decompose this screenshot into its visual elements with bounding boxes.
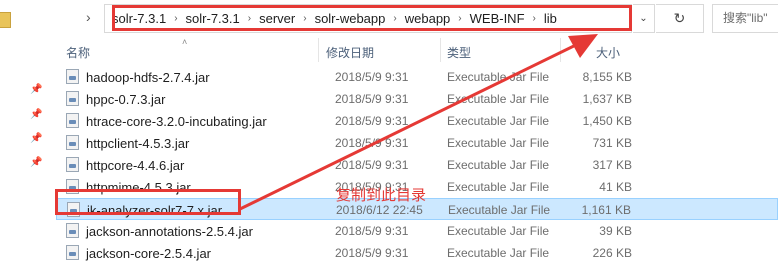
file-name: jackson-annotations-2.5.4.jar xyxy=(86,224,253,239)
file-type: Executable Jar File xyxy=(447,224,550,238)
file-modified: 2018/5/9 9:31 xyxy=(335,136,409,150)
file-row[interactable]: hppc-0.7.3.jar 2018/5/9 9:31 Executable Ja… xyxy=(56,88,778,110)
file-modified: 2018/5/9 9:31 xyxy=(335,246,409,260)
column-header-name[interactable]: 名称 xyxy=(66,44,90,61)
jar-file-icon xyxy=(66,135,79,150)
file-modified: 2018/5/9 9:31 xyxy=(335,92,409,106)
file-size: 1,161 KB xyxy=(581,203,631,217)
file-modified: 2018/5/9 9:31 xyxy=(335,158,409,172)
file-row[interactable]: hadoop-hdfs-2.7.4.jar 2018/5/9 9:31 Execut… xyxy=(56,66,778,88)
file-size: 41 KB xyxy=(599,180,632,194)
file-type: Executable Jar File xyxy=(447,180,550,194)
column-header-size[interactable]: 大小 xyxy=(596,44,620,61)
file-modified: 2018/5/9 9:31 xyxy=(335,114,409,128)
file-type: Executable Jar File xyxy=(447,158,550,172)
file-size: 317 KB xyxy=(592,158,632,172)
address-highlight-box xyxy=(112,5,632,31)
file-size: 1,637 KB xyxy=(582,92,632,106)
column-divider[interactable] xyxy=(560,38,561,62)
nav-chevron-icon[interactable]: › xyxy=(86,9,91,25)
search-input[interactable]: 搜索"lib" xyxy=(712,4,778,33)
file-size: 8,155 KB xyxy=(582,70,632,84)
file-row[interactable]: jackson-core-2.5.4.jar 2018/5/9 9:31 Execu… xyxy=(56,242,778,264)
column-headers: ˄ 名称 修改日期 类型 大小 xyxy=(48,37,778,62)
column-divider[interactable] xyxy=(440,38,441,62)
file-name: hppc-0.7.3.jar xyxy=(86,92,166,107)
jar-file-icon xyxy=(66,91,79,106)
file-modified: 2018/5/9 9:31 xyxy=(335,224,409,238)
file-size: 731 KB xyxy=(592,136,632,150)
column-divider[interactable] xyxy=(318,38,319,62)
file-list: hadoop-hdfs-2.7.4.jar 2018/5/9 9:31 Execut… xyxy=(48,62,778,261)
jar-file-icon xyxy=(66,245,79,260)
jar-file-icon xyxy=(66,113,79,128)
folder-icon xyxy=(0,12,11,28)
pin-icon[interactable]: 📌 xyxy=(30,157,42,169)
file-highlight-box xyxy=(55,189,241,215)
file-type: Executable Jar File xyxy=(447,92,550,106)
file-modified: 2018/5/9 9:31 xyxy=(335,70,409,84)
file-type: Executable Jar File xyxy=(447,114,550,128)
file-size: 1,450 KB xyxy=(582,114,632,128)
file-type: Executable Jar File xyxy=(447,136,550,150)
column-header-modified[interactable]: 修改日期 xyxy=(326,44,374,61)
file-name: htrace-core-3.2.0-incubating.jar xyxy=(86,114,267,129)
sort-caret-icon: ˄ xyxy=(182,37,188,47)
annotation-text: 复制到此目录 xyxy=(336,187,427,204)
file-size: 39 KB xyxy=(599,224,632,238)
file-row[interactable]: httpcore-4.4.6.jar 2018/5/9 9:31 Executabl… xyxy=(56,154,778,176)
navigation-pane: 📌 📌 📌 📌 xyxy=(0,38,48,247)
file-size: 226 KB xyxy=(592,246,632,260)
file-name: httpclient-4.5.3.jar xyxy=(86,136,190,151)
refresh-icon[interactable]: ↻ xyxy=(656,4,704,33)
column-header-type[interactable]: 类型 xyxy=(447,44,471,61)
file-modified: 2018/6/12 22:45 xyxy=(336,203,423,217)
jar-file-icon xyxy=(66,69,79,84)
jar-file-icon xyxy=(66,157,79,172)
file-name: httpcore-4.4.6.jar xyxy=(86,158,185,173)
file-row[interactable]: jackson-annotations-2.5.4.jar 2018/5/9 9:… xyxy=(56,220,778,242)
pin-icon[interactable]: 📌 xyxy=(30,84,42,96)
jar-file-icon xyxy=(66,223,79,238)
chevron-down-icon[interactable]: ⌄ xyxy=(633,4,655,33)
file-type: Executable Jar File xyxy=(447,70,550,84)
pin-icon[interactable]: 📌 xyxy=(30,109,42,121)
file-type: Executable Jar File xyxy=(447,246,550,260)
pin-icon[interactable]: 📌 xyxy=(30,133,42,145)
file-type: Executable Jar File xyxy=(448,203,551,217)
file-row[interactable]: htrace-core-3.2.0-incubating.jar 2018/5/9… xyxy=(56,110,778,132)
file-row[interactable]: httpclient-4.5.3.jar 2018/5/9 9:31 Executa… xyxy=(56,132,778,154)
file-name: jackson-core-2.5.4.jar xyxy=(86,246,211,261)
file-name: hadoop-hdfs-2.7.4.jar xyxy=(86,70,210,85)
